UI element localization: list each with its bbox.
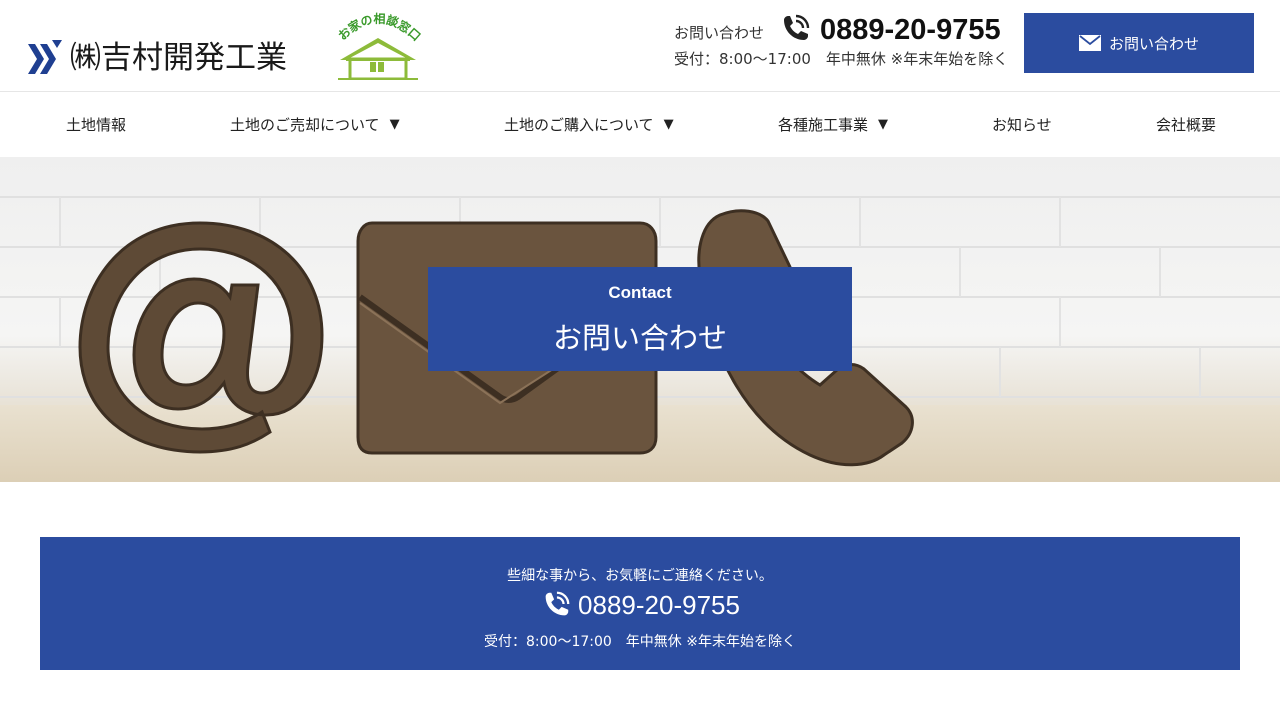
logo-chevron-icon [28,40,62,74]
contact-button[interactable]: お問い合わせ [1024,13,1254,73]
main-nav: 土地情報 土地のご売却について ▼ 土地のご購入について ▼ 各種施工事業 ▼ … [0,92,1280,157]
hero-title-card: Contact お問い合わせ [428,267,852,371]
nav-item-label: 土地情報 [66,116,127,134]
banner-business-hours: 受付：8:00〜17:00 年中無休 ※年末年始を除く [484,634,796,650]
nav-item-label: 土地のご売却について [230,116,380,134]
hero-subtitle: Contact [608,283,672,302]
nav-item-company[interactable]: 会社概要 [1156,92,1216,157]
banner-phone-number[interactable]: 0889-20-9755 [578,590,740,621]
banner-phone-row: 0889-20-9755 [40,589,1240,621]
header-phone-number[interactable]: 0889-20-9755 [820,14,1001,47]
nav-item-label: 土地のご購入について [504,116,654,134]
phone-icon [545,591,570,616]
consultation-badge: お家の相談窓口 [332,8,424,80]
contact-button-label: お問い合わせ [1108,34,1199,53]
nav-item-construction[interactable]: 各種施工事業 ▼ [778,92,888,157]
house-icon [338,38,418,80]
contact-label: お問い合わせ [674,24,765,42]
phone-icon [784,14,810,40]
nav-item-land-purchase[interactable]: 土地のご購入について ▼ [504,92,674,157]
company-logo[interactable]: ㈱吉村開発工業 [28,38,287,78]
chevron-down-icon: ▼ [389,117,400,132]
nav-item-label: 会社概要 [1156,116,1217,134]
chevron-down-icon: ▼ [878,117,889,132]
site-header: ㈱吉村開発工業 お家の相談窓口 お問い合わせ 0889-20-9755 受付：8… [0,0,1280,92]
at-sign-icon [78,221,324,454]
nav-item-news[interactable]: お知らせ [992,92,1052,157]
hero-banner: Contact お問い合わせ [0,157,1280,482]
contact-banner: 些細な事から、お気軽にご連絡ください。 0889-20-9755 受付：8:00… [40,537,1240,670]
business-hours: 受付：8:00～17:00 年中無休 ※年末年始を除く [674,50,1009,68]
nav-item-land-info[interactable]: 土地情報 [66,92,126,157]
header-contact-info: お問い合わせ 0889-20-9755 受付：8:00～17:00 年中無休 ※… [674,12,1008,72]
company-name: ㈱吉村開発工業 [70,40,287,76]
nav-item-label: お知らせ [992,116,1052,134]
banner-lead-text: 些細な事から、お気軽にご連絡ください。 [507,568,773,584]
mail-icon [1078,35,1101,51]
nav-item-label: 各種施工事業 [778,116,869,134]
page-title: お問い合わせ [552,321,727,355]
nav-item-land-sale[interactable]: 土地のご売却について ▼ [230,92,400,157]
chevron-down-icon: ▼ [663,117,674,132]
